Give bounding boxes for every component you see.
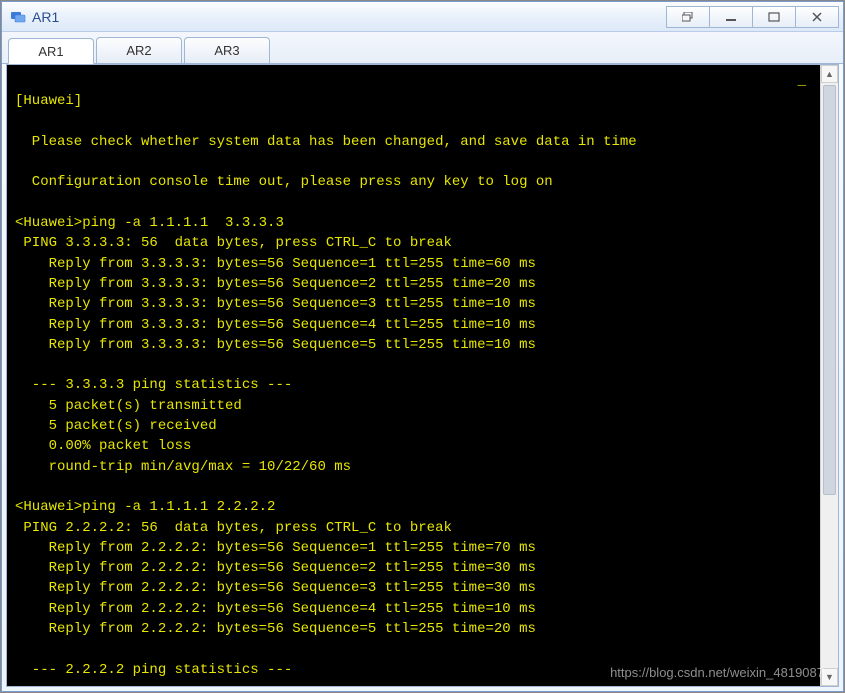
terminal-line: 5 packet(s) received bbox=[15, 416, 812, 436]
tab-ar1[interactable]: AR1 bbox=[8, 38, 94, 64]
minimize-button[interactable] bbox=[709, 6, 753, 28]
terminal-line: Reply from 2.2.2.2: bytes=56 Sequence=1 … bbox=[15, 538, 812, 558]
restore-down-button[interactable] bbox=[666, 6, 710, 28]
app-icon bbox=[10, 9, 26, 25]
tab-label: AR3 bbox=[214, 43, 239, 58]
scroll-up-button[interactable]: ▲ bbox=[821, 65, 838, 83]
terminal-line: <Huawei>ping -a 1.1.1.1 2.2.2.2 bbox=[15, 497, 812, 517]
terminal-line: 5 packet(s) transmitted bbox=[15, 396, 812, 416]
terminal-line: PING 2.2.2.2: 56 data bytes, press CTRL_… bbox=[15, 518, 812, 538]
vertical-scrollbar[interactable]: ▲ ▼ bbox=[820, 65, 838, 686]
maximize-button[interactable] bbox=[752, 6, 796, 28]
terminal-line bbox=[15, 112, 812, 132]
terminal-line: Reply from 3.3.3.3: bytes=56 Sequence=1 … bbox=[15, 254, 812, 274]
close-button[interactable] bbox=[795, 6, 839, 28]
terminal-line: Reply from 2.2.2.2: bytes=56 Sequence=5 … bbox=[15, 619, 812, 639]
tab-label: AR2 bbox=[126, 43, 151, 58]
terminal-line bbox=[15, 152, 812, 172]
window-buttons bbox=[667, 6, 839, 28]
window-title: AR1 bbox=[32, 9, 667, 25]
terminal-line: Reply from 3.3.3.3: bytes=56 Sequence=3 … bbox=[15, 294, 812, 314]
terminal-container: _[Huawei] Please check whether system da… bbox=[6, 64, 839, 687]
chevron-down-icon: ▼ bbox=[825, 672, 834, 682]
titlebar: AR1 bbox=[2, 2, 843, 32]
tab-ar2[interactable]: AR2 bbox=[96, 37, 182, 63]
terminal-line: _ bbox=[15, 71, 812, 91]
terminal-line bbox=[15, 355, 812, 375]
terminal-line: Reply from 2.2.2.2: bytes=56 Sequence=2 … bbox=[15, 558, 812, 578]
terminal-line bbox=[15, 193, 812, 213]
tabbar: AR1 AR2 AR3 bbox=[2, 32, 843, 64]
terminal-line: <Huawei>ping -a 1.1.1.1 3.3.3.3 bbox=[15, 213, 812, 233]
scroll-track[interactable] bbox=[821, 83, 838, 668]
terminal-line: PING 3.3.3.3: 56 data bytes, press CTRL_… bbox=[15, 233, 812, 253]
terminal-line: round-trip min/avg/max = 10/22/60 ms bbox=[15, 457, 812, 477]
scroll-down-button[interactable]: ▼ bbox=[821, 668, 838, 686]
terminal-line: 0.00% packet loss bbox=[15, 436, 812, 456]
terminal-line: Reply from 3.3.3.3: bytes=56 Sequence=4 … bbox=[15, 315, 812, 335]
terminal-line: --- 3.3.3.3 ping statistics --- bbox=[15, 375, 812, 395]
terminal-line: Reply from 2.2.2.2: bytes=56 Sequence=4 … bbox=[15, 599, 812, 619]
scroll-thumb[interactable] bbox=[823, 85, 836, 495]
terminal-line: Reply from 3.3.3.3: bytes=56 Sequence=2 … bbox=[15, 274, 812, 294]
terminal-line bbox=[15, 639, 812, 659]
chevron-up-icon: ▲ bbox=[825, 69, 834, 79]
terminal-line bbox=[15, 477, 812, 497]
terminal-line: --- 2.2.2.2 ping statistics --- bbox=[15, 660, 812, 680]
app-window: AR1 AR1 AR2 AR3 _[Huawei] Please check w… bbox=[1, 1, 844, 692]
tab-ar3[interactable]: AR3 bbox=[184, 37, 270, 63]
terminal-line: Configuration console time out, please p… bbox=[15, 172, 812, 192]
terminal[interactable]: _[Huawei] Please check whether system da… bbox=[7, 65, 820, 686]
terminal-line: Please check whether system data has bee… bbox=[15, 132, 812, 152]
terminal-line: [Huawei] bbox=[15, 91, 812, 111]
terminal-line: Reply from 3.3.3.3: bytes=56 Sequence=5 … bbox=[15, 335, 812, 355]
terminal-line: Reply from 2.2.2.2: bytes=56 Sequence=3 … bbox=[15, 578, 812, 598]
tab-label: AR1 bbox=[38, 44, 63, 59]
